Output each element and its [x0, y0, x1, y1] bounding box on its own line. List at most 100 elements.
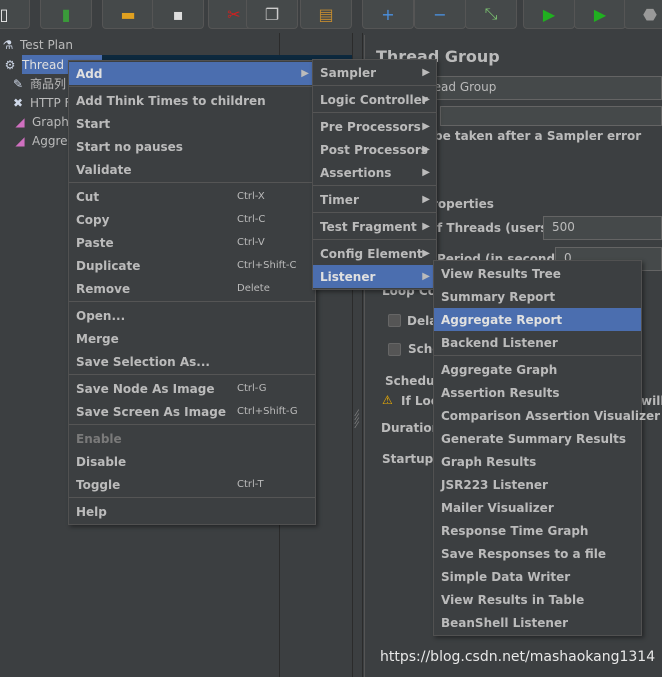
threads-label: f Threads (users): [437, 221, 558, 235]
menu-item-label: Graph Results [441, 454, 537, 469]
splitter-grip-icon[interactable]: ⁄ ⁄ ⁄ ⁄ [356, 410, 358, 431]
menu-item-pre-processors[interactable]: Pre Processors ▶ [313, 115, 436, 138]
threads-field[interactable]: 500 [543, 216, 662, 240]
menu-item-beanshell-listener[interactable]: BeanShell Listener [434, 611, 641, 634]
tree-node[interactable]: ◢ Aggreg [12, 131, 75, 150]
test-plan-icon: ⚗ [2, 37, 14, 52]
menu-item-duplicate[interactable]: Duplicate Ctrl+Shift-C [69, 254, 315, 277]
toggle-button[interactable]: ⤡ [465, 0, 517, 29]
menu-item-summary-report[interactable]: Summary Report [434, 285, 641, 308]
menu-item-logic-controller[interactable]: Logic Controller ▶ [313, 88, 436, 111]
menu-item-add[interactable]: Add ▶ [69, 62, 315, 85]
tree-node[interactable]: ⚙ Thread G [2, 55, 77, 74]
menu-item-save-screen-as-image[interactable]: Save Screen As Image Ctrl+Shift-G [69, 400, 315, 423]
menu-item-label: Open... [76, 308, 126, 323]
menu-item-save-selection-as[interactable]: Save Selection As... [69, 350, 315, 373]
menu-item-label: Add Think Times to children [76, 93, 266, 108]
menu-item-view-results-in-table[interactable]: View Results in Table [434, 588, 641, 611]
graph-icon: ◢ [15, 133, 25, 148]
menu-item-simple-data-writer[interactable]: Simple Data Writer [434, 565, 641, 588]
menu-item-jsr223-listener[interactable]: JSR223 Listener [434, 473, 641, 496]
menu-separator [313, 85, 436, 86]
menu-item-label: Save Selection As... [76, 354, 210, 369]
menu-item-merge[interactable]: Merge [69, 327, 315, 350]
menu-item-disable[interactable]: Disable [69, 450, 315, 473]
save-button[interactable]: ▪ [152, 0, 204, 29]
menu-item-label: Timer [320, 192, 359, 207]
start-no-pauses-button[interactable]: ▶ [574, 0, 626, 29]
delay-checkbox[interactable] [388, 314, 401, 327]
menu-item-save-responses-to-a-file[interactable]: Save Responses to a file [434, 542, 641, 565]
copy-button[interactable]: ❐ [246, 0, 298, 29]
menu-item-generate-summary-results[interactable]: Generate Summary Results [434, 427, 641, 450]
menu-item-comparison-assertion-visualizer[interactable]: Comparison Assertion Visualizer [434, 404, 660, 427]
start-button[interactable]: ▶ [523, 0, 575, 29]
menu-separator [69, 497, 315, 498]
collapse-button[interactable]: − [414, 0, 466, 29]
menu-item-enable[interactable]: Enable [69, 427, 315, 450]
templates-button[interactable]: ▮ [40, 0, 92, 29]
menu-item-label: JSR223 Listener [441, 477, 548, 492]
menu-item-timer[interactable]: Timer ▶ [313, 188, 436, 211]
submenu-arrow-icon: ▶ [422, 248, 430, 259]
scheduler-checkbox[interactable] [388, 343, 401, 356]
menu-item-label: Start no pauses [76, 139, 183, 154]
menu-item-paste[interactable]: Paste Ctrl-V [69, 231, 315, 254]
menu-item-label: Comparison Assertion Visualizer [441, 408, 661, 423]
menu-item-copy[interactable]: Copy Ctrl-C [69, 208, 315, 231]
menu-item-label: Disable [76, 454, 127, 469]
menu-item-config-element[interactable]: Config Element ▶ [313, 242, 436, 265]
tree-node[interactable]: ◢ Graph [12, 112, 68, 131]
copy-icon: ❐ [264, 4, 280, 24]
tree-node[interactable]: ✖ HTTP F [10, 93, 71, 112]
menu-item-save-node-as-image[interactable]: Save Node As Image Ctrl-G [69, 377, 315, 400]
menu-item-post-processors[interactable]: Post Processors ▶ [313, 138, 436, 161]
submenu-arrow-icon: ▶ [301, 68, 309, 79]
shortcut-label: Delete [237, 283, 270, 294]
menu-item-validate[interactable]: Validate [69, 158, 315, 181]
menu-item-add-think-times-to-children[interactable]: Add Think Times to children [69, 89, 315, 112]
menu-item-label: Duplicate [76, 258, 141, 273]
new-button[interactable]: ▯ [0, 0, 30, 29]
menu-item-sampler[interactable]: Sampler ▶ [313, 61, 436, 84]
cut-icon: ✂ [227, 4, 241, 24]
menu-item-toggle[interactable]: Toggle Ctrl-T [69, 473, 315, 496]
menu-separator [69, 424, 315, 425]
menu-item-label: Validate [76, 162, 132, 177]
menu-item-label: Sampler [320, 65, 377, 80]
pipette-icon: ✎ [12, 76, 24, 91]
menu-item-start-no-pauses[interactable]: Start no pauses [69, 135, 315, 158]
open-button[interactable]: ▬ [102, 0, 154, 29]
menu-item-label: BeanShell Listener [441, 615, 569, 630]
menu-item-aggregate-graph[interactable]: Aggregate Graph [434, 358, 641, 381]
comments-field[interactable] [440, 106, 662, 126]
menu-item-graph-results[interactable]: Graph Results [434, 450, 641, 473]
tree-node[interactable]: ⚗ Test Plan [0, 35, 73, 54]
open-icon: ▬ [120, 4, 136, 24]
menu-item-remove[interactable]: Remove Delete [69, 277, 315, 300]
name-field[interactable]: read Group [420, 76, 662, 100]
paste-button[interactable]: ▤ [300, 0, 352, 29]
menu-item-aggregate-report[interactable]: Aggregate Report [434, 308, 641, 331]
menu-item-test-fragment[interactable]: Test Fragment ▶ [313, 215, 436, 238]
menu-item-assertions[interactable]: Assertions ▶ [313, 161, 436, 184]
menu-item-help[interactable]: Help [69, 500, 315, 523]
menu-item-view-results-tree[interactable]: View Results Tree [434, 262, 641, 285]
warning-tail: will [641, 394, 662, 408]
menu-item-listener[interactable]: Listener ▶ [313, 265, 436, 288]
tree-node[interactable]: ✎ 商品列 [10, 74, 66, 93]
menu-item-label: View Results in Table [441, 592, 585, 607]
menu-separator [69, 374, 315, 375]
menu-item-assertion-results[interactable]: Assertion Results [434, 381, 641, 404]
menu-item-cut[interactable]: Cut Ctrl-X [69, 185, 315, 208]
menu-item-mailer-visualizer[interactable]: Mailer Visualizer [434, 496, 641, 519]
menu-item-backend-listener[interactable]: Backend Listener [434, 331, 641, 354]
menu-item-open[interactable]: Open... [69, 304, 315, 327]
new-icon: ▯ [0, 4, 9, 24]
stop-icon: ⬣ [643, 4, 657, 24]
shortcut-label: Ctrl+Shift-C [237, 260, 297, 271]
expand-button[interactable]: + [362, 0, 414, 29]
menu-item-start[interactable]: Start [69, 112, 315, 135]
menu-item-response-time-graph[interactable]: Response Time Graph [434, 519, 641, 542]
stop-button[interactable]: ⬣ [624, 0, 662, 29]
